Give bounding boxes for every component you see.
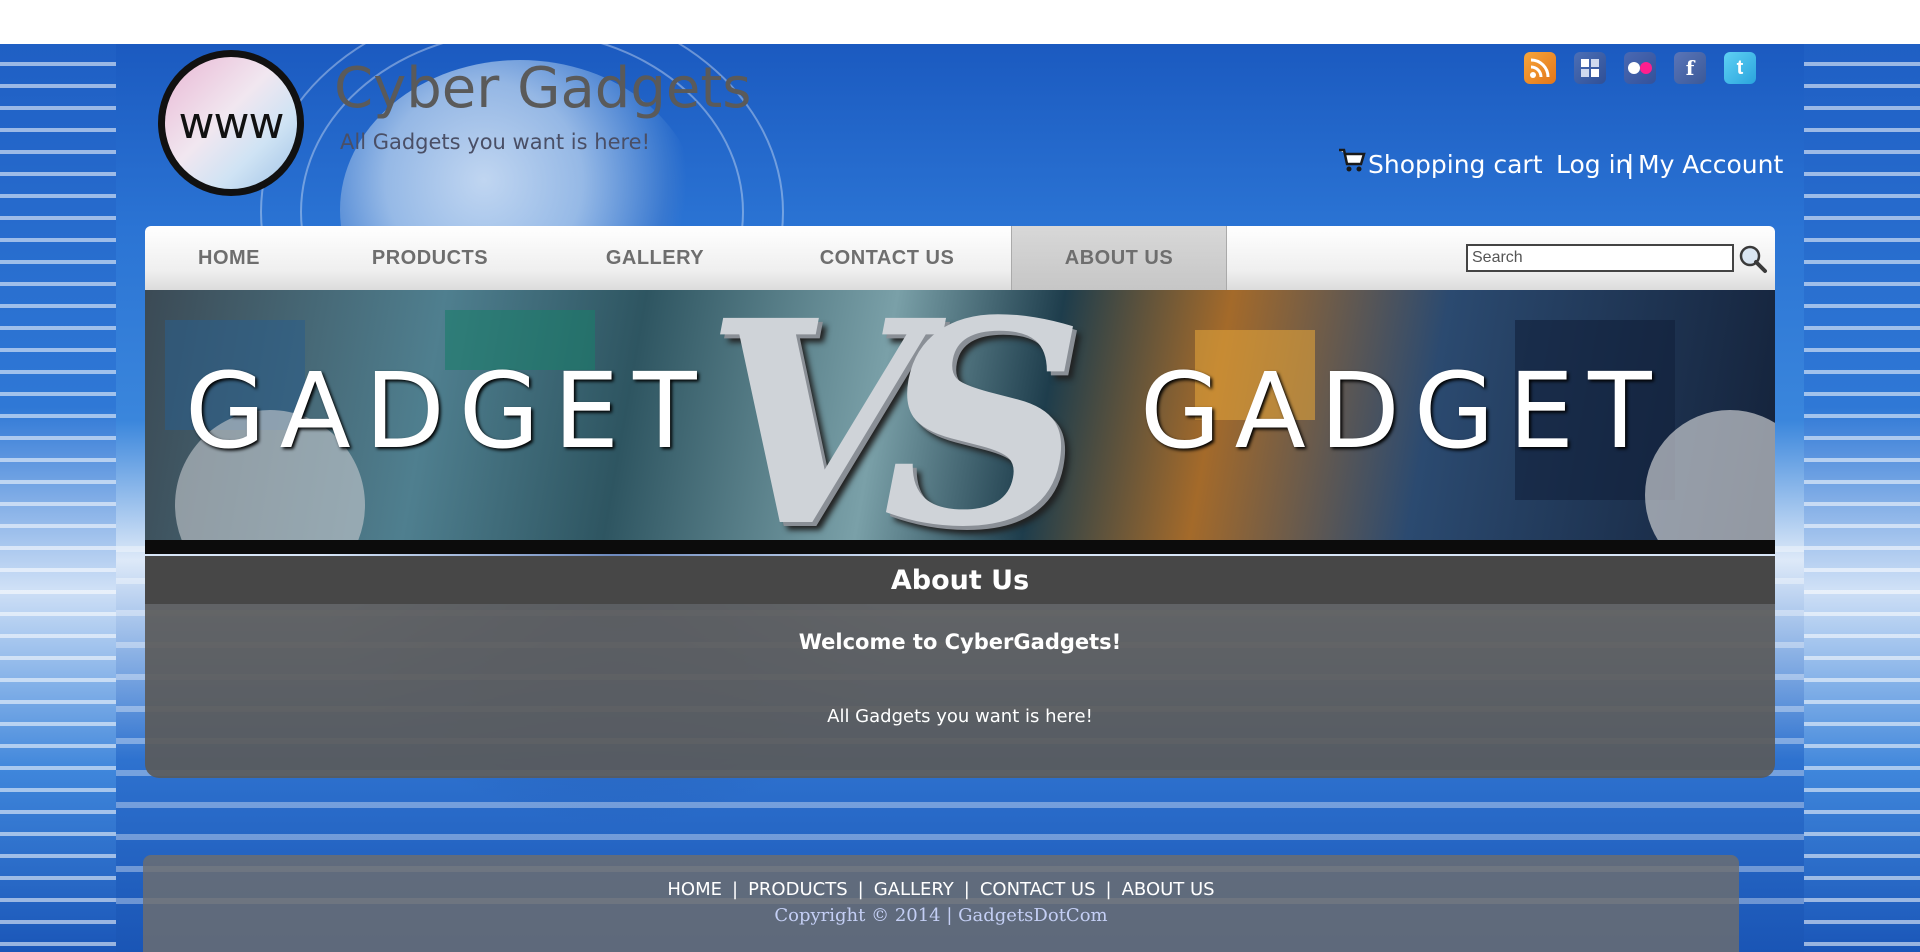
banner-left-text: GADGET: [185, 350, 711, 472]
nav-gallery[interactable]: GALLERY: [547, 226, 763, 290]
copyright-text: Copyright © 2014 | GadgetsDotCom: [774, 905, 1108, 926]
hero-banner: GADGET VS GADGET: [145, 290, 1775, 554]
footer-link-contact-us[interactable]: CONTACT US: [980, 879, 1096, 900]
about-body-text: All Gadgets you want is here!: [827, 706, 1093, 727]
footer-link-about-us[interactable]: ABOUT US: [1122, 879, 1215, 900]
rss-icon[interactable]: [1524, 52, 1556, 84]
my-account-link[interactable]: My Account: [1638, 150, 1783, 179]
footer-nav: HOME | PRODUCTS | GALLERY | CONTACT US | ABOUT U…: [143, 879, 1739, 900]
nav-about-us[interactable]: ABOUT US: [1011, 226, 1227, 290]
footer-separator: |: [963, 879, 970, 900]
footer: HOME | PRODUCTS | GALLERY | CONTACT US | ABOUT U…: [143, 855, 1739, 952]
banner-right-text: GADGET: [1140, 350, 1666, 472]
banner-vs-text: VS: [705, 290, 1085, 554]
nav-home[interactable]: HOME: [145, 226, 313, 290]
site-logo[interactable]: www: [158, 50, 304, 196]
delicious-icon[interactable]: [1574, 52, 1606, 84]
nav-contact-us[interactable]: CONTACT US: [763, 226, 1011, 290]
about-us-panel: About Us Welcome to CyberGadgets! All Ga…: [145, 556, 1775, 778]
flickr-icon[interactable]: [1624, 52, 1656, 84]
logo-text: www: [165, 57, 297, 189]
shopping-cart-link[interactable]: Shopping cart: [1368, 150, 1543, 179]
page-title: About Us: [145, 556, 1775, 604]
footer-link-gallery[interactable]: GALLERY: [874, 879, 954, 900]
footer-separator: |: [1105, 879, 1112, 900]
nav-products[interactable]: PRODUCTS: [313, 226, 547, 290]
background-right: [1804, 44, 1920, 952]
account-separator: |: [1626, 150, 1635, 179]
search-icon[interactable]: [1738, 244, 1768, 274]
shopping-cart-icon[interactable]: [1338, 146, 1366, 174]
welcome-heading: Welcome to CyberGadgets!: [798, 630, 1122, 654]
site-tagline: All Gadgets you want is here!: [340, 130, 650, 154]
site-title[interactable]: Cyber Gadgets: [334, 56, 751, 121]
footer-link-products[interactable]: PRODUCTS: [748, 879, 848, 900]
footer-separator: |: [857, 879, 864, 900]
search-input[interactable]: [1466, 244, 1734, 272]
facebook-icon[interactable]: f: [1674, 52, 1706, 84]
twitter-icon[interactable]: t: [1724, 52, 1756, 84]
footer-link-home[interactable]: HOME: [667, 879, 722, 900]
footer-separator: |: [731, 879, 739, 900]
login-link[interactable]: Log in: [1556, 150, 1631, 179]
background-left: [0, 44, 116, 952]
